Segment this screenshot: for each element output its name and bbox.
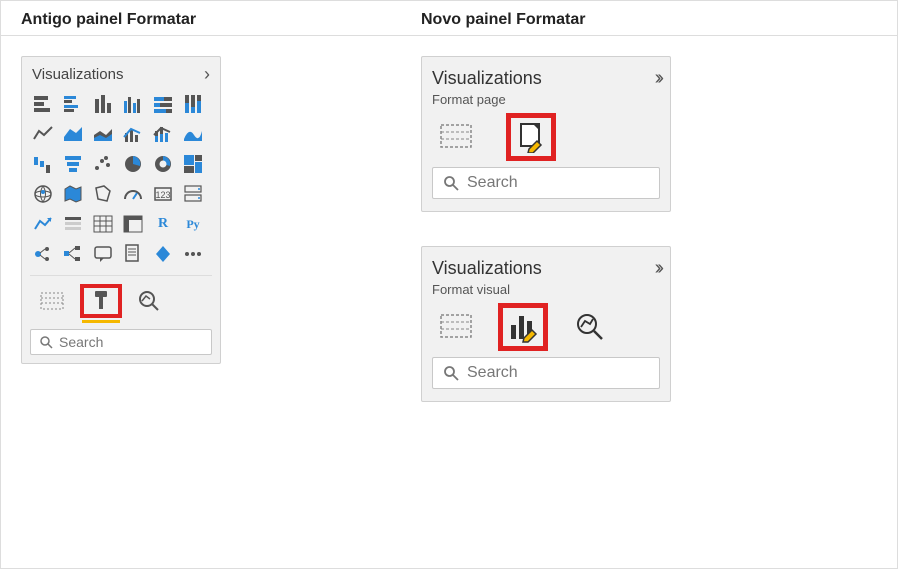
ribbon-chart-icon[interactable]: [180, 121, 206, 147]
analytics-tab-icon[interactable]: [570, 309, 610, 345]
clustered-column-chart-icon[interactable]: [120, 91, 146, 117]
shape-map-icon[interactable]: [90, 181, 116, 207]
new-tab-row-visual: [432, 303, 660, 357]
decomposition-tree-icon[interactable]: [60, 241, 86, 267]
filled-map-icon[interactable]: [60, 181, 86, 207]
build-visual-tab-icon[interactable]: [436, 119, 476, 155]
search-icon: [39, 335, 53, 349]
heading-new: Novo painel Formatar: [401, 1, 897, 35]
100-stacked-column-chart-icon[interactable]: [180, 91, 206, 117]
slicer-icon[interactable]: [60, 211, 86, 237]
waterfall-chart-icon[interactable]: [30, 151, 56, 177]
double-chevron-right-icon[interactable]: ››: [655, 67, 660, 90]
build-visual-tab-icon[interactable]: [436, 309, 476, 345]
line-chart-icon[interactable]: [30, 121, 56, 147]
search-icon: [443, 365, 459, 381]
old-search-placeholder: Search: [59, 334, 103, 350]
analytics-tab-icon[interactable]: [128, 284, 170, 318]
gauge-icon[interactable]: [120, 181, 146, 207]
table-icon[interactable]: [90, 211, 116, 237]
r-visual-icon[interactable]: R: [150, 211, 176, 237]
heading-old: Antigo painel Formatar: [1, 1, 401, 35]
new-search-page-placeholder: Search: [467, 174, 518, 192]
old-visualizations-title: Visualizations: [32, 66, 123, 83]
new-tab-row-page: [432, 113, 660, 167]
chevron-right-icon[interactable]: ›: [204, 65, 210, 83]
panel-divider: [30, 275, 212, 276]
format-page-tab-icon[interactable]: [506, 113, 556, 161]
new-visualizations-panel-visual: Visualizations ›› Format visual: [421, 246, 671, 402]
old-panel-column: Visualizations ›: [1, 36, 401, 563]
map-icon[interactable]: [30, 181, 56, 207]
old-search-box[interactable]: Search: [30, 329, 212, 355]
powerapps-visual-icon[interactable]: [150, 241, 176, 267]
stacked-area-chart-icon[interactable]: [90, 121, 116, 147]
line-clustered-column-chart-icon[interactable]: [120, 121, 146, 147]
python-visual-icon[interactable]: Py: [180, 211, 206, 237]
treemap-chart-icon[interactable]: [180, 151, 206, 177]
line-stacked-column-chart-icon[interactable]: [150, 121, 176, 147]
old-format-tab-row: [28, 282, 214, 322]
card-icon[interactable]: 123: [150, 181, 176, 207]
double-chevron-right-icon[interactable]: ››: [655, 257, 660, 280]
format-tab-underline: [82, 320, 120, 323]
kpi-icon[interactable]: [30, 211, 56, 237]
multi-row-card-icon[interactable]: [180, 181, 206, 207]
key-influencers-icon[interactable]: [30, 241, 56, 267]
funnel-chart-icon[interactable]: [60, 151, 86, 177]
area-chart-icon[interactable]: [60, 121, 86, 147]
matrix-icon[interactable]: [120, 211, 146, 237]
new-panel-page-title: Visualizations: [432, 68, 542, 89]
heading-row: Antigo painel Formatar Novo painel Forma…: [1, 1, 897, 36]
custom-visual-ellipsis-icon[interactable]: [180, 241, 206, 267]
new-panel-visual-title: Visualizations: [432, 258, 542, 279]
pie-chart-icon[interactable]: [120, 151, 146, 177]
donut-chart-icon[interactable]: [150, 151, 176, 177]
format-tab-icon[interactable]: [80, 284, 122, 318]
new-panel-page-subtitle: Format page: [432, 92, 660, 107]
svg-text:123: 123: [155, 190, 170, 200]
new-search-box-visual[interactable]: Search: [432, 357, 660, 389]
new-panel-column: Visualizations ›› Format page Search: [401, 36, 897, 563]
old-visualizations-header: Visualizations ›: [28, 63, 214, 91]
qa-visual-icon[interactable]: [90, 241, 116, 267]
new-visualizations-panel-page: Visualizations ›› Format page Search: [421, 56, 671, 212]
new-search-visual-placeholder: Search: [467, 364, 518, 382]
clustered-bar-chart-icon[interactable]: [60, 91, 86, 117]
stacked-column-chart-icon[interactable]: [90, 91, 116, 117]
format-visual-tab-icon[interactable]: [498, 303, 548, 351]
fields-tab-icon[interactable]: [32, 284, 74, 318]
paginated-report-icon[interactable]: [120, 241, 146, 267]
search-icon: [443, 175, 459, 191]
100-stacked-bar-chart-icon[interactable]: [150, 91, 176, 117]
new-panel-visual-subtitle: Format visual: [432, 282, 660, 297]
scatter-chart-icon[interactable]: [90, 151, 116, 177]
old-visualizations-panel: Visualizations ›: [21, 56, 221, 364]
new-search-box-page[interactable]: Search: [432, 167, 660, 199]
viz-gallery: 123 R Py: [28, 91, 214, 267]
stacked-bar-chart-icon[interactable]: [30, 91, 56, 117]
